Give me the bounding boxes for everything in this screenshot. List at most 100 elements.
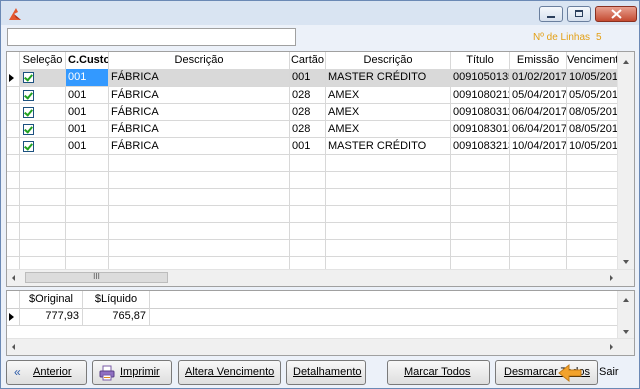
- filter-input[interactable]: [7, 28, 296, 46]
- table-row[interactable]: 001 FÁBRICA 001 MASTER CRÉDITO 009105013…: [7, 69, 619, 86]
- cell-descricao[interactable]: FÁBRICA: [109, 69, 289, 86]
- column-header-descricao-cartao[interactable]: Descrição: [326, 52, 451, 69]
- scroll-down-icon[interactable]: [618, 254, 634, 270]
- current-row-indicator-icon: [9, 313, 14, 321]
- scroll-down-icon[interactable]: [618, 325, 634, 339]
- cell-emissao[interactable]: 05/04/2017: [510, 87, 566, 104]
- exit-button[interactable]: Sair: [554, 360, 634, 385]
- column-header-selecao[interactable]: Seleção: [20, 52, 66, 69]
- exit-button-label: Sair: [599, 366, 619, 378]
- cell-cartao[interactable]: 028: [290, 104, 325, 121]
- totals-row[interactable]: 777,93 765,87: [7, 308, 619, 325]
- scroll-left-icon[interactable]: [7, 270, 21, 286]
- table-row[interactable]: 001 FÁBRICA 028 AMEX 0091080211 05/04/20…: [7, 87, 619, 104]
- totals-grid[interactable]: $Original $Líquido 777,93 765,87: [6, 290, 635, 356]
- cell-descricao-cartao[interactable]: AMEX: [326, 87, 450, 104]
- previous-button[interactable]: « Anterior: [6, 360, 87, 385]
- cell-titulo[interactable]: 0091083213: [451, 138, 509, 155]
- select-all-button[interactable]: Marcar Todos: [387, 360, 490, 385]
- cell-vencimento[interactable]: 08/05/201: [567, 104, 619, 121]
- select-checkbox[interactable]: [23, 141, 34, 152]
- app-logo-icon: [9, 8, 21, 20]
- cell-vencimento[interactable]: 10/05/201: [567, 69, 619, 86]
- row-count-value: 5: [596, 32, 602, 43]
- cell-descricao[interactable]: FÁBRICA: [109, 104, 289, 121]
- cell-cartao[interactable]: 028: [290, 121, 325, 138]
- scroll-right-icon[interactable]: [604, 339, 618, 355]
- title-bar: [1, 1, 639, 25]
- column-header-original[interactable]: $Original: [20, 291, 83, 308]
- scroll-up-icon[interactable]: [618, 293, 634, 307]
- cell-descricao[interactable]: FÁBRICA: [109, 87, 289, 104]
- select-checkbox[interactable]: [23, 90, 34, 101]
- cell-cartao[interactable]: 028: [290, 87, 325, 104]
- double-chevron-left-icon: «: [14, 365, 21, 379]
- cell-original[interactable]: 777,93: [20, 308, 82, 325]
- cell-descricao[interactable]: FÁBRICA: [109, 121, 289, 138]
- column-header-titulo[interactable]: Título: [451, 52, 510, 69]
- cell-descricao-cartao[interactable]: AMEX: [326, 104, 450, 121]
- cell-liquido[interactable]: 765,87: [83, 308, 149, 325]
- select-checkbox[interactable]: [23, 107, 34, 118]
- cell-ccusto[interactable]: 001: [66, 138, 108, 155]
- print-button[interactable]: Imprimir: [92, 360, 172, 385]
- cell-cartao[interactable]: 001: [290, 69, 325, 86]
- column-header-cartao[interactable]: Cartão: [290, 52, 326, 69]
- exit-arrow-icon: [558, 363, 582, 383]
- close-button[interactable]: [595, 6, 637, 22]
- change-due-date-button[interactable]: Altera Vencimento: [178, 360, 281, 385]
- cell-emissao[interactable]: 06/04/2017: [510, 104, 566, 121]
- vertical-scrollbar[interactable]: [617, 52, 634, 270]
- main-window: Nº de Linhas 5 Seleção C.Custo Descrição …: [0, 0, 640, 389]
- cell-titulo[interactable]: 0091080311: [451, 104, 509, 121]
- cell-vencimento[interactable]: 08/05/201: [567, 121, 619, 138]
- printer-icon: [99, 365, 115, 381]
- cell-ccusto[interactable]: 001: [66, 104, 108, 121]
- row-count: Nº de Linhas 5: [533, 32, 602, 43]
- column-header-liquido[interactable]: $Líquido: [83, 291, 150, 308]
- table-row[interactable]: 001 FÁBRICA 028 AMEX 0091080311 06/04/20…: [7, 104, 619, 121]
- column-header-descricao[interactable]: Descrição: [109, 52, 290, 69]
- cell-titulo[interactable]: 0091083013: [451, 121, 509, 138]
- totals-vertical-scrollbar[interactable]: [617, 291, 634, 339]
- change-due-date-label: Altera Vencimento: [185, 366, 275, 378]
- cell-descricao-cartao[interactable]: MASTER CRÉDITO: [326, 69, 450, 86]
- cell-ccusto[interactable]: 001: [66, 69, 108, 86]
- cell-titulo[interactable]: 0091050135: [451, 69, 509, 86]
- cell-ccusto[interactable]: 001: [66, 87, 108, 104]
- select-checkbox[interactable]: [23, 124, 34, 135]
- row-count-label: Nº de Linhas: [533, 32, 591, 43]
- totals-horizontal-scrollbar[interactable]: [7, 338, 634, 355]
- grid-header: Seleção C.Custo Descrição Cartão Descriç…: [7, 52, 634, 70]
- titles-grid[interactable]: Seleção C.Custo Descrição Cartão Descriç…: [6, 51, 635, 287]
- previous-button-label: Anterior: [33, 366, 72, 378]
- table-row[interactable]: 001 FÁBRICA 001 MASTER CRÉDITO 009108321…: [7, 138, 619, 155]
- cell-emissao[interactable]: 06/04/2017: [510, 121, 566, 138]
- table-row[interactable]: 001 FÁBRICA 028 AMEX 0091083013 06/04/20…: [7, 121, 619, 138]
- cell-emissao[interactable]: 01/02/2017: [510, 69, 566, 86]
- column-header-vencimento[interactable]: Venciment: [567, 52, 619, 69]
- cell-emissao[interactable]: 10/04/2017: [510, 138, 566, 155]
- current-row-indicator-icon: [9, 74, 14, 82]
- cell-descricao-cartao[interactable]: AMEX: [326, 121, 450, 138]
- details-button[interactable]: Detalhamento: [286, 360, 366, 385]
- cell-ccusto[interactable]: 001: [66, 121, 108, 138]
- scroll-right-icon[interactable]: [604, 270, 618, 286]
- column-header-emissao[interactable]: Emissão: [510, 52, 567, 69]
- details-button-label: Detalhamento: [293, 366, 362, 378]
- scroll-thumb[interactable]: III: [25, 272, 168, 283]
- close-icon: [611, 9, 622, 19]
- column-header-ccusto[interactable]: C.Custo: [66, 52, 109, 69]
- scroll-left-icon[interactable]: [7, 339, 21, 355]
- scroll-up-icon[interactable]: [618, 54, 634, 70]
- cell-vencimento[interactable]: 05/05/201: [567, 87, 619, 104]
- cell-descricao[interactable]: FÁBRICA: [109, 138, 289, 155]
- cell-vencimento[interactable]: 10/05/201: [567, 138, 619, 155]
- cell-cartao[interactable]: 001: [290, 138, 325, 155]
- maximize-button[interactable]: [567, 6, 591, 22]
- horizontal-scrollbar[interactable]: III: [7, 269, 634, 286]
- cell-titulo[interactable]: 0091080211: [451, 87, 509, 104]
- cell-descricao-cartao[interactable]: MASTER CRÉDITO: [326, 138, 450, 155]
- select-checkbox[interactable]: [23, 72, 34, 83]
- minimize-button[interactable]: [539, 6, 563, 22]
